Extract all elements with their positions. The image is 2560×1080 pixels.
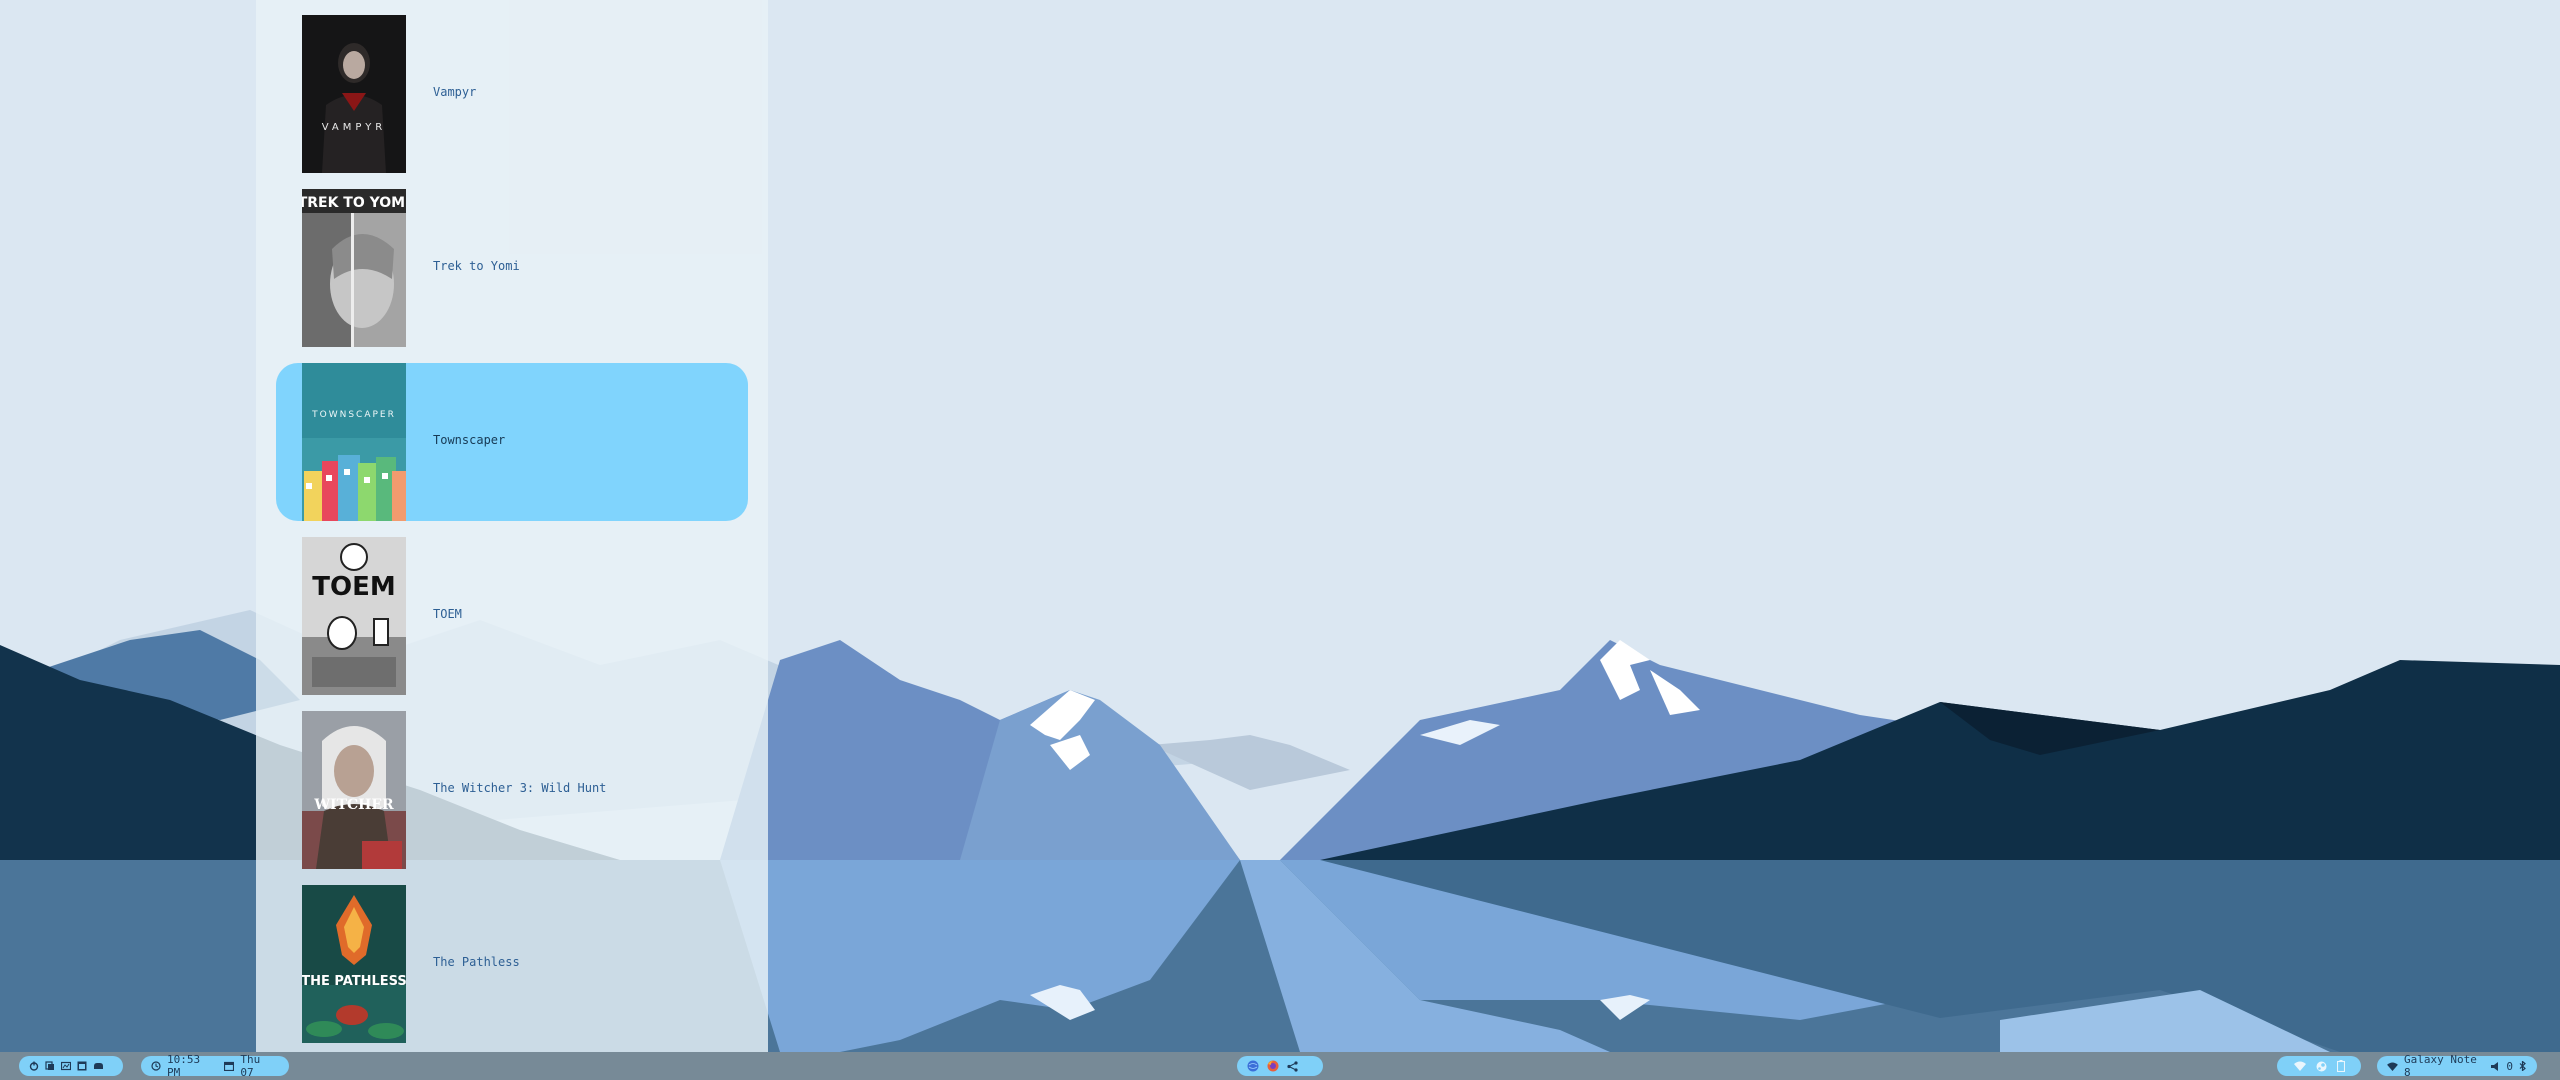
- cloud-icon[interactable]: [93, 1061, 104, 1071]
- device-widget[interactable]: Galaxy Note 8 0: [2377, 1053, 2537, 1079]
- cover-art: TOWNSCAPER: [302, 363, 406, 521]
- wifi-icon[interactable]: [2293, 1061, 2306, 1071]
- game-title: The Witcher 3: Wild Hunt: [433, 781, 607, 795]
- game-title: TOEM: [433, 607, 462, 621]
- game-row-trek-to-yomi[interactable]: TREK TO YOMI Trek to Yomi: [276, 189, 748, 347]
- game-row-the-pathless[interactable]: THE PATHLESS The Pathless: [276, 885, 748, 1043]
- cover-art: WITCHER: [302, 711, 406, 869]
- device-name: Galaxy Note 8: [2404, 1053, 2477, 1079]
- taskbar: 10:53 PM Thu 07 Galaxy Note 8 0: [0, 1052, 2560, 1080]
- clock-icon: [151, 1061, 161, 1071]
- game-row-the-witcher-3[interactable]: WITCHER The Witcher 3: Wild Hunt: [276, 711, 748, 869]
- game-title: Trek to Yomi: [433, 259, 520, 273]
- volume-level: 0: [2506, 1059, 2513, 1073]
- steam-icon[interactable]: [2316, 1061, 2327, 1072]
- volume-icon[interactable]: [2491, 1061, 2500, 1071]
- cover-art: VAMPYR: [302, 15, 406, 173]
- cover-title: VAMPYR: [322, 122, 387, 133]
- tray-apps: [1237, 1056, 1323, 1076]
- game-title: Townscaper: [433, 433, 506, 447]
- game-title: The Pathless: [433, 955, 520, 969]
- game-row-townscaper[interactable]: TOWNSCAPER Townscaper: [276, 363, 748, 521]
- window-icon[interactable]: [77, 1061, 87, 1071]
- cover-art: TREK TO YOMI: [302, 189, 406, 347]
- share-icon[interactable]: [1287, 1060, 1298, 1072]
- calendar-icon: [224, 1061, 235, 1071]
- bluetooth-icon[interactable]: [2519, 1061, 2527, 1071]
- cover-title: THE PATHLESS: [302, 974, 406, 989]
- copy-icon[interactable]: [45, 1061, 55, 1071]
- wifi-icon: [2387, 1061, 2398, 1071]
- status-icons: [2277, 1056, 2361, 1076]
- cover-art: TOEM: [302, 537, 406, 695]
- game-row-vampyr[interactable]: VAMPYR Vampyr: [276, 15, 748, 173]
- globe-icon[interactable]: [1247, 1060, 1259, 1072]
- cover-title: TREK TO YOMI: [302, 195, 406, 211]
- quick-actions: [19, 1056, 123, 1076]
- cover-art: THE PATHLESS: [302, 885, 406, 1043]
- cover-title: TOWNSCAPER: [311, 410, 396, 420]
- clock-time: 10:53 PM: [167, 1053, 201, 1079]
- game-title: Vampyr: [433, 85, 477, 99]
- power-icon[interactable]: [29, 1061, 39, 1071]
- screenshot-icon[interactable]: [61, 1061, 71, 1071]
- game-row-toem[interactable]: TOEM TOEM: [276, 537, 748, 695]
- battery-icon[interactable]: [2336, 1060, 2345, 1072]
- calendar-date: Thu 07: [240, 1053, 261, 1079]
- clock-widget[interactable]: 10:53 PM Thu 07: [141, 1053, 289, 1079]
- cover-title: TOEM: [312, 572, 395, 602]
- firefox-icon[interactable]: [1267, 1060, 1279, 1072]
- game-launcher-list: VAMPYR Vampyr TREK TO YOMI Trek to Yomi: [256, 0, 768, 1052]
- cover-title: WITCHER: [313, 797, 394, 813]
